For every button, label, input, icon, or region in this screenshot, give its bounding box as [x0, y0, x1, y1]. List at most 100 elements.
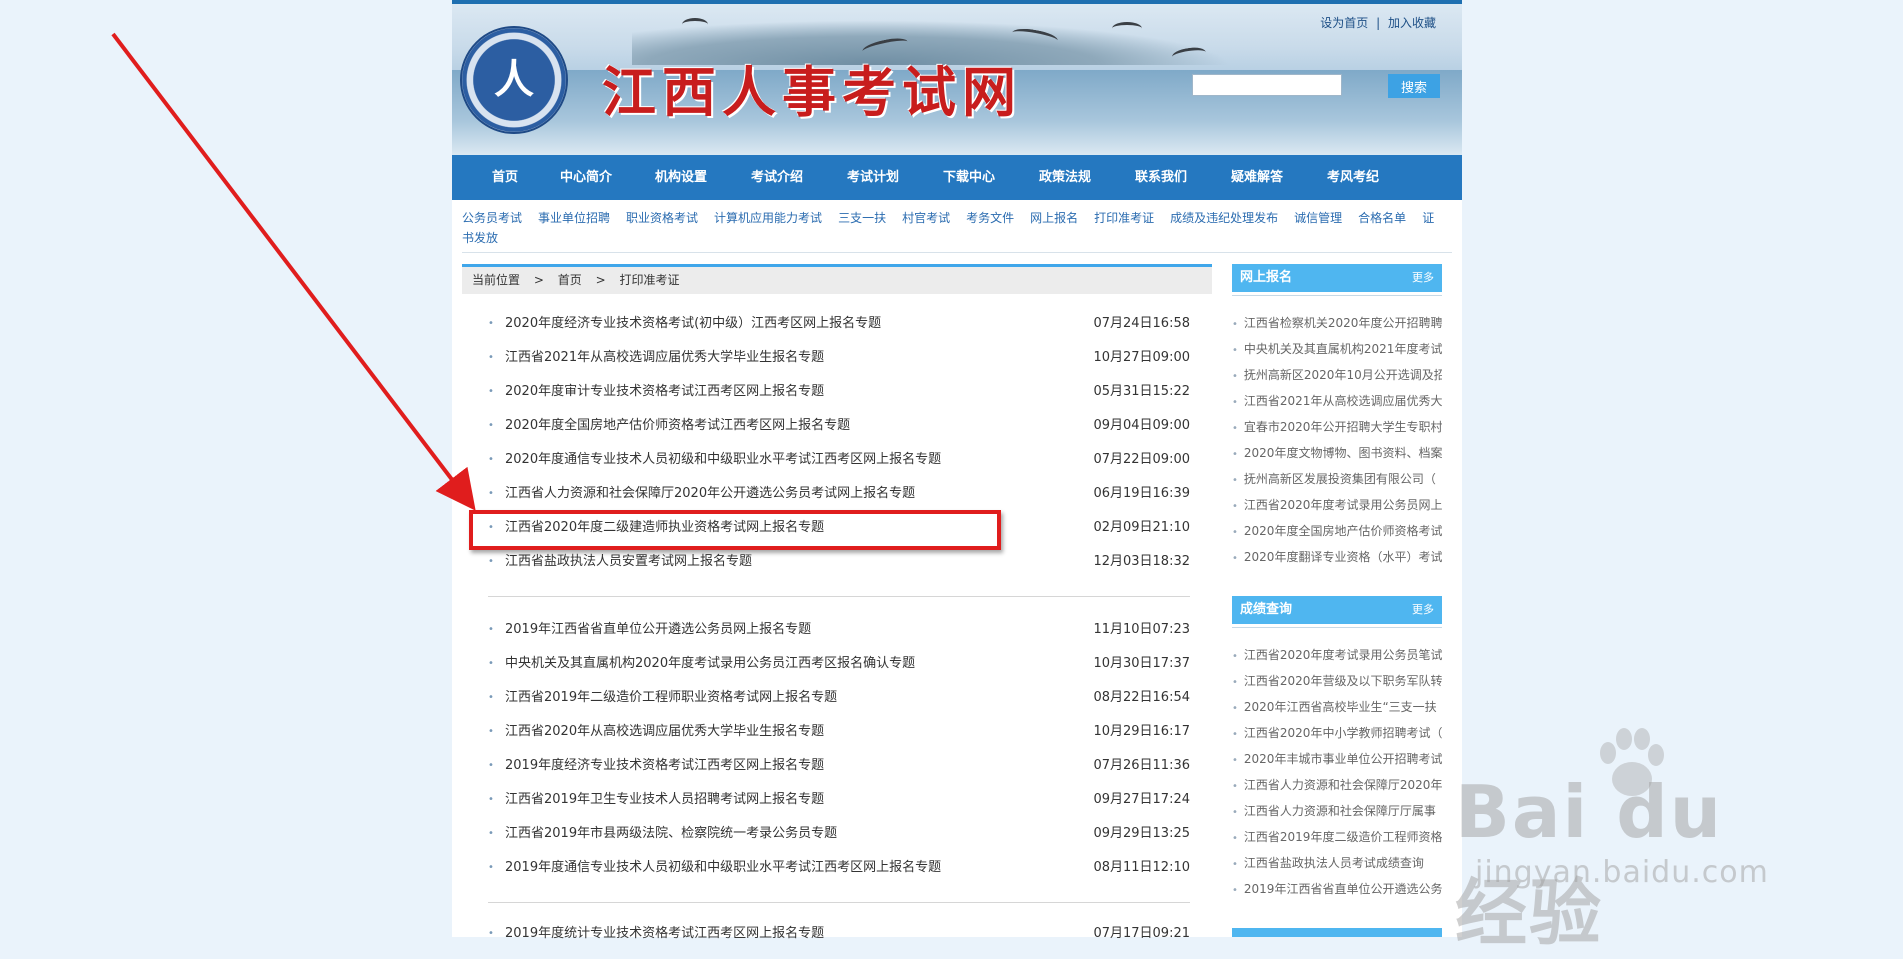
list-item[interactable]: • 江西省2020年从高校选调应届优秀大学毕业生报名专题 10月29日16:17 — [488, 715, 1190, 749]
sidebar-item[interactable]: • 中央机关及其直属机构2021年度考试 — [1232, 336, 1442, 362]
list-item-title[interactable]: 中央机关及其直属机构2020年度考试录用公务员江西考区报名确认专题 — [505, 647, 915, 681]
nav-item-exam-plan[interactable]: 考试计划 — [847, 155, 899, 200]
list-item[interactable]: • 2019年度通信专业技术人员初级和中级职业水平考试江西考区网上报名专题 08月1… — [488, 851, 1190, 885]
set-home-link[interactable]: 设为首页 — [1320, 16, 1368, 30]
breadcrumb-current: 打印准考证 — [619, 273, 680, 287]
nav-item-about[interactable]: 中心简介 — [560, 155, 612, 200]
more-link[interactable]: 更多 — [1412, 596, 1434, 624]
list-item-date: 09月27日17:24 — [1093, 792, 1190, 807]
nav-item-discipline[interactable]: 考风考纪 — [1327, 155, 1379, 200]
bullet-icon: • — [488, 488, 494, 499]
sidebar-item[interactable]: • 宜春市2020年公开招聘大学生专职村 — [1232, 414, 1442, 440]
list-item[interactable]: • 2020年度经济专业技术资格考试(初中级）江西考区网上报名专题 07月24日16… — [488, 307, 1190, 341]
subnav-three-supports[interactable]: 三支一扶 — [838, 211, 886, 225]
list-item[interactable]: • 2019年江西省省直单位公开遴选公务员网上报名专题 11月10日07:23 — [488, 613, 1190, 647]
nav-item-faq[interactable]: 疑难解答 — [1231, 155, 1283, 200]
list-item[interactable]: • 江西省人力资源和社会保障厅2020年公开遴选公务员考试网上报名专题 06月19日… — [488, 477, 1190, 511]
sidebar-item[interactable]: • 江西省2020年营级及以下职务军队转 — [1232, 668, 1442, 694]
list-item[interactable]: • 江西省2019年二级造价工程师职业资格考试网上报名专题 08月22日16:54 — [488, 681, 1190, 715]
nav-item-organization[interactable]: 机构设置 — [655, 155, 707, 200]
sidebar-item[interactable]: • 2020年度翻译专业资格（水平）考试 — [1232, 544, 1442, 570]
list-item-title[interactable]: 江西省2020年从高校选调应届优秀大学毕业生报名专题 — [505, 715, 824, 749]
group-divider — [488, 902, 1190, 903]
list-item[interactable]: • 江西省盐政执法人员安置考试网上报名专题 12月03日18:32 — [488, 545, 1190, 579]
sidebar-item[interactable]: • 江西省人力资源和社会保障厅2020年 — [1232, 772, 1442, 798]
sidebar-title: 成绩查询 — [1240, 602, 1293, 617]
search-button[interactable]: 搜索 — [1388, 74, 1440, 98]
sidebar-item[interactable]: • 江西省2019年度二级造价工程师资格 — [1232, 824, 1442, 850]
breadcrumb-label: 当前位置 — [472, 273, 521, 287]
subnav-print-admission[interactable]: 打印准考证 — [1094, 211, 1154, 225]
list-item-title[interactable]: 江西省盐政执法人员安置考试网上报名专题 — [505, 545, 752, 579]
list-item-title[interactable]: 2020年度通信专业技术人员初级和中级职业水平考试江西考区网上报名专题 — [505, 443, 941, 477]
search-input[interactable] — [1192, 74, 1342, 96]
sidebar-item[interactable]: • 江西省人力资源和社会保障厅厅属事 — [1232, 798, 1442, 824]
nav-item-exam-intro[interactable]: 考试介绍 — [751, 155, 803, 200]
nav-item-downloads[interactable]: 下载中心 — [943, 155, 995, 200]
subnav-village-official[interactable]: 村官考试 — [902, 211, 950, 225]
subnav-results[interactable]: 成绩及违纪处理发布 — [1170, 211, 1278, 225]
bullet-icon: • — [1232, 833, 1238, 844]
list-item-date: 02月09日21:10 — [1093, 520, 1190, 535]
sidebar-item[interactable]: • 抚州高新区发展投资集团有限公司（ — [1232, 466, 1442, 492]
list-item-title[interactable]: 江西省2019年卫生专业技术人员招聘考试网上报名专题 — [505, 783, 824, 817]
sidebar-item[interactable]: • 江西省检察机关2020年度公开招聘聘 — [1232, 310, 1442, 336]
sidebar-item[interactable]: • 江西省2020年中小学教师招聘考试（ — [1232, 720, 1442, 746]
sidebar-item[interactable]: • 2019年江西省省直单位公开遴选公务 — [1232, 876, 1442, 902]
sidebar-item[interactable]: • 2020年度文物博物、图书资料、档案 — [1232, 440, 1442, 466]
nav-item-policies[interactable]: 政策法规 — [1039, 155, 1091, 200]
list-item-title[interactable]: 2019年度经济专业技术资格考试江西考区网上报名专题 — [505, 749, 824, 783]
bullet-icon: • — [1232, 651, 1238, 662]
breadcrumb-home[interactable]: 首页 — [558, 273, 582, 287]
subnav-exam-documents[interactable]: 考务文件 — [966, 211, 1014, 225]
list-item[interactable]: • 2020年度审计专业技术资格考试江西考区网上报名专题 05月31日15:22 — [488, 375, 1190, 409]
subnav-qualified-list[interactable]: 合格名单 — [1358, 211, 1406, 225]
list-item-date: 07月26日11:36 — [1093, 758, 1190, 773]
list-item[interactable]: • 2020年度全国房地产估价师资格考试江西考区网上报名专题 09月04日09:00 — [488, 409, 1190, 443]
list-item-title[interactable]: 2020年度审计专业技术资格考试江西考区网上报名专题 — [505, 375, 824, 409]
list-item[interactable]: • 江西省2021年从高校选调应届优秀大学毕业生报名专题 10月27日09:00 — [488, 341, 1190, 375]
list-item[interactable]: • 中央机关及其直属机构2020年度考试录用公务员江西考区报名确认专题 10月30日… — [488, 647, 1190, 681]
sidebar-item[interactable]: • 江西省2020年度考试录用公务员笔试 — [1232, 642, 1442, 668]
list-item-date: 10月27日09:00 — [1093, 350, 1190, 365]
nav-item-home[interactable]: 首页 — [492, 155, 518, 200]
bullet-icon: • — [488, 420, 494, 431]
sidebar-divider — [1232, 627, 1442, 628]
list-item-title[interactable]: 2019年度统计专业技术资格考试江西考区网上报名专题 — [505, 917, 824, 951]
list-item-title[interactable]: 江西省2021年从高校选调应届优秀大学毕业生报名专题 — [505, 341, 824, 375]
list-item-title[interactable]: 2019年度通信专业技术人员初级和中级职业水平考试江西考区网上报名专题 — [505, 851, 941, 885]
sidebar-item[interactable]: • 2020年江西省高校毕业生“三支一扶 — [1232, 694, 1442, 720]
list-item[interactable]: • 江西省2019年卫生专业技术人员招聘考试网上报名专题 09月27日17:24 — [488, 783, 1190, 817]
bullet-icon: • — [1232, 553, 1238, 564]
list-item[interactable]: • 2019年度统计专业技术资格考试江西考区网上报名专题 07月17日09:21 — [488, 917, 1190, 951]
list-item-title[interactable]: 江西省人力资源和社会保障厅2020年公开遴选公务员考试网上报名专题 — [505, 477, 915, 511]
bullet-icon: • — [488, 658, 494, 669]
sidebar-item[interactable]: • 2020年度全国房地产估价师资格考试 — [1232, 518, 1442, 544]
sidebar-item[interactable]: • 江西省盐政执法人员考试成绩查询 — [1232, 850, 1442, 876]
sidebar-item[interactable]: • 抚州高新区2020年10月公开选调及招 — [1232, 362, 1442, 388]
sidebar-item[interactable]: • 2020年丰城市事业单位公开招聘考试 — [1232, 746, 1442, 772]
list-item-date: 06月19日16:39 — [1093, 486, 1190, 501]
subnav-public-institution[interactable]: 事业单位招聘 — [538, 211, 610, 225]
nav-item-contact[interactable]: 联系我们 — [1135, 155, 1187, 200]
subnav-qualification[interactable]: 职业资格考试 — [626, 211, 698, 225]
bullet-icon: • — [488, 726, 494, 737]
sidebar-item[interactable]: • 江西省2020年度考试录用公务员网上 — [1232, 492, 1442, 518]
list-item-title[interactable]: 2019年江西省省直单位公开遴选公务员网上报名专题 — [505, 613, 811, 647]
list-item[interactable]: • 2019年度经济专业技术资格考试江西考区网上报名专题 07月26日11:36 — [488, 749, 1190, 783]
list-item-title[interactable]: 江西省2019年二级造价工程师职业资格考试网上报名专题 — [505, 681, 837, 715]
more-link[interactable]: 更多 — [1412, 264, 1434, 292]
list-item-title[interactable]: 江西省2019年市县两级法院、检察院统一考录公务员专题 — [505, 817, 837, 851]
list-item[interactable]: • 2020年度通信专业技术人员初级和中级职业水平考试江西考区网上报名专题 07月2… — [488, 443, 1190, 477]
add-favorite-link[interactable]: 加入收藏 — [1388, 16, 1436, 30]
bullet-icon: • — [488, 760, 494, 771]
subnav-computer-skill[interactable]: 计算机应用能力考试 — [714, 211, 822, 225]
list-item-title[interactable]: 2020年度全国房地产估价师资格考试江西考区网上报名专题 — [505, 409, 850, 443]
list-item-title[interactable]: 2020年度经济专业技术资格考试(初中级）江西考区网上报名专题 — [505, 307, 881, 341]
subnav-online-signup[interactable]: 网上报名 — [1030, 211, 1078, 225]
sidebar-item[interactable]: • 江西省2021年从高校选调应届优秀大 — [1232, 388, 1442, 414]
subnav-civil-service[interactable]: 公务员考试 — [462, 211, 522, 225]
list-item[interactable]: • 江西省2019年市县两级法院、检察院统一考录公务员专题 09月29日13:25 — [488, 817, 1190, 851]
breadcrumb-separator: > — [595, 273, 606, 287]
subnav-integrity[interactable]: 诚信管理 — [1294, 211, 1342, 225]
